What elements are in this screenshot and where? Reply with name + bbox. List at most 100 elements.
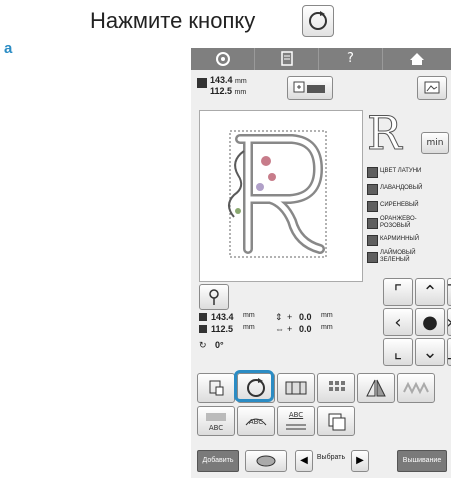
arrow-up-icon: ⌃	[422, 281, 438, 303]
info-block: 143.4 mm ⇕ + 0.0 mm 112.5 mm ⇔ + 0.0 mm …	[199, 312, 359, 354]
select-prev-button[interactable]: ◀	[295, 450, 313, 472]
image-button[interactable]	[417, 76, 447, 100]
move-left-button[interactable]: ‹	[383, 308, 413, 336]
text-spacing-icon: ABC	[206, 413, 226, 432]
offset-x-sign: +	[287, 324, 293, 334]
frame-select-button[interactable]	[287, 76, 333, 100]
dial-icon	[215, 52, 230, 66]
info-width: 112.5	[211, 324, 234, 334]
thread-color-chip	[367, 167, 378, 178]
size-unit-1: mm	[235, 78, 247, 85]
thread-item[interactable]: ОРАНЖЕВО-РОЗОВЫЙ	[367, 215, 447, 231]
rotate-icon	[309, 11, 327, 30]
duplicate-button[interactable]	[317, 406, 355, 436]
duplicate-icon	[328, 413, 346, 431]
machine-screen: ? 143.4 mm 112.5 mm R min ЦВЕТ ЛАТУНИ ЛА…	[191, 48, 451, 478]
document-icon	[280, 51, 293, 66]
thread-color-chip	[367, 252, 378, 263]
add-button[interactable]: Добавить	[197, 450, 239, 472]
thread-item[interactable]: ЦВЕТ ЛАТУНИ	[367, 164, 447, 180]
size-height: 143.4	[210, 75, 233, 85]
info-unit-4: mm	[321, 324, 333, 331]
move-up-right-button[interactable]: ⌝	[447, 278, 451, 306]
help-tab[interactable]: ?	[319, 48, 383, 70]
thread-label: СИРЕНЕВЫЙ	[380, 202, 419, 208]
info-height: 143.4	[211, 312, 234, 322]
resize-icon	[209, 380, 224, 396]
move-down-left-button[interactable]: ⌞	[383, 338, 413, 366]
stitch-pattern-icon	[403, 381, 429, 395]
center-button[interactable]: ●	[415, 308, 445, 336]
step-label: a	[4, 40, 13, 57]
letter-spacing-button[interactable]: ABC	[197, 406, 235, 436]
border-button[interactable]	[397, 373, 435, 403]
frame-icon	[293, 81, 325, 93]
offset-x-icon: ⇔	[275, 324, 284, 334]
min-button[interactable]: min	[421, 132, 449, 154]
thread-color-chip	[367, 184, 378, 195]
picture-icon	[424, 81, 440, 94]
thread-color-chip	[367, 218, 378, 229]
info-rotation: 0°	[215, 340, 224, 350]
mirror-icon	[366, 379, 386, 397]
select-next-button[interactable]: ▶	[351, 450, 369, 472]
thread-label: КАРМИННЫЙ	[380, 236, 420, 242]
embroidery-preview[interactable]	[199, 110, 363, 282]
rotation-icon: ↻	[199, 340, 207, 350]
arrow-down-icon: ⌄	[422, 341, 438, 363]
center-dot-icon: ●	[422, 311, 438, 333]
size-edit-button[interactable]	[197, 373, 235, 403]
thread-label: ОРАНЖЕВО-РОЗОВЫЙ	[380, 216, 417, 229]
move-right-button[interactable]: ›	[447, 308, 451, 336]
thread-label: ЛАВАНДОВЫЙ	[380, 185, 423, 191]
edit-thread-button[interactable]	[245, 450, 287, 472]
select-label: Выбрать	[316, 454, 346, 461]
thread-color-chip	[367, 235, 378, 246]
needle-position-button[interactable]	[199, 284, 229, 310]
letter-r-design	[228, 130, 327, 258]
text-style-button[interactable]: ABC	[277, 406, 315, 436]
offset-x: 0.0	[299, 324, 312, 334]
mirror-button[interactable]	[357, 373, 395, 403]
density-icon	[285, 381, 307, 395]
thread-color-chip	[367, 201, 378, 212]
move-up-left-button[interactable]: ⌜	[383, 278, 413, 306]
density-button[interactable]	[277, 373, 315, 403]
arrow-left-icon: ‹	[394, 311, 402, 333]
move-up-button[interactable]: ⌃	[415, 278, 445, 306]
arrow-down-left-icon: ⌞	[393, 341, 403, 363]
width-icon	[199, 325, 207, 333]
offset-y-icon: ⇕	[275, 312, 283, 322]
offset-y: 0.0	[299, 312, 312, 322]
array-button[interactable]	[317, 373, 355, 403]
thread-item[interactable]: ЛАЙМОВЫЙ ЗЕЛЕНЫЙ	[367, 249, 447, 265]
size-icon	[197, 78, 207, 88]
thread-item[interactable]: КАРМИННЫЙ	[367, 232, 447, 248]
thread-item[interactable]: ЛАВАНДОВЫЙ	[367, 181, 447, 197]
info-unit-2: mm	[321, 312, 333, 319]
thread-item[interactable]: СИРЕНЕВЫЙ	[367, 198, 447, 214]
text-arrange-button[interactable]: ABC	[237, 406, 275, 436]
move-down-button[interactable]: ⌄	[415, 338, 445, 366]
height-icon	[199, 313, 207, 321]
page-tab[interactable]	[255, 48, 319, 70]
instruction-text: Нажмите кнопку	[90, 8, 256, 33]
rotate-button-reference	[302, 5, 334, 37]
svg-text:ABC: ABC	[209, 424, 223, 432]
triangle-left-icon: ◀	[300, 455, 308, 466]
offset-y-sign: +	[287, 312, 293, 322]
tension-tab[interactable]	[191, 48, 255, 70]
home-tab[interactable]	[383, 48, 451, 70]
grid-icon	[329, 381, 345, 391]
spool-icon	[256, 455, 276, 467]
arrow-down-right-icon: ⌟	[448, 342, 451, 363]
move-down-right-button[interactable]: ⌟	[447, 338, 451, 366]
rotate-button-highlight	[234, 370, 274, 402]
top-bar: ?	[191, 48, 451, 70]
size-unit-2: mm	[234, 89, 247, 96]
thread-label: ЦВЕТ ЛАТУНИ	[380, 168, 422, 174]
embroider-button[interactable]: Вышивание	[397, 450, 447, 472]
info-unit-1: mm	[243, 312, 255, 319]
pin-icon	[209, 289, 219, 305]
arrow-up-right-icon: ⌝	[448, 282, 451, 303]
